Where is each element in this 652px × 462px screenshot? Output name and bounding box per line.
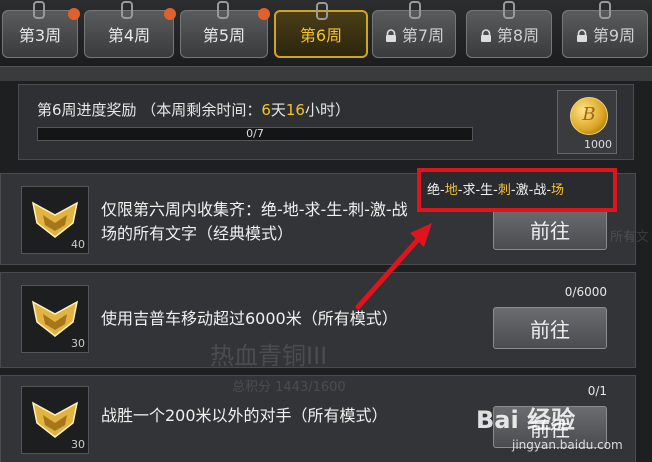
tab-divider xyxy=(0,66,652,81)
rank-emblem: 30 xyxy=(21,285,89,353)
tab-week-5[interactable]: 第5周 xyxy=(180,1,270,58)
task-points: 30 xyxy=(71,438,85,451)
background-score: 总积分 1443/1600 xyxy=(232,380,346,395)
tab-label: 第7周 xyxy=(401,26,445,45)
tab-label: 第5周 xyxy=(202,26,246,45)
tab-week-9[interactable]: 第9周 xyxy=(562,1,648,58)
hours-unit: 小时） xyxy=(304,101,350,119)
watermark: Bai 经验 jingyan.baidu.com xyxy=(476,400,652,462)
task-progress-count: 0/6000 xyxy=(564,285,607,299)
background-edge-text: 所有文 xyxy=(610,230,650,245)
callout-char: 激 xyxy=(515,183,529,198)
watermark-url: jingyan.baidu.com xyxy=(512,438,623,452)
binder-ring xyxy=(599,1,611,19)
tab-week-3[interactable]: 第3周 xyxy=(2,1,80,58)
task-progress-count: 0/1 xyxy=(587,384,607,398)
lock-icon xyxy=(479,29,493,42)
binder-ring xyxy=(409,1,421,19)
binder-ring xyxy=(217,1,229,19)
callout-char: 生 xyxy=(480,183,494,198)
tab-label: 第9周 xyxy=(592,26,636,45)
rank-emblem-icon xyxy=(31,300,79,337)
tab-week-4[interactable]: 第4周 xyxy=(84,1,176,58)
tab-label: 第8周 xyxy=(496,26,540,45)
red-arrow-icon xyxy=(355,223,432,310)
reward-count: 1000 xyxy=(584,138,612,151)
tab-week-8[interactable]: 第8周 xyxy=(466,1,552,58)
tab-week-6[interactable]: 第6周 xyxy=(274,2,368,58)
lock-icon xyxy=(575,29,589,42)
coin-icon: B xyxy=(570,97,608,135)
progress-bar: 0/7 xyxy=(37,127,473,141)
task-text-line: 战胜一个200米以外的对手（所有模式） xyxy=(101,406,388,425)
days-remaining: 6 xyxy=(261,101,271,119)
highlight-callout: 绝-地-求-生-刺-激-战-场 xyxy=(417,168,617,212)
binder-ring xyxy=(503,1,515,19)
watermark-brand: Bai 经验 xyxy=(476,406,576,434)
callout-char: 战 xyxy=(533,183,547,198)
go-button[interactable]: 前往 xyxy=(493,307,607,349)
task-points: 40 xyxy=(71,238,85,251)
callout-char: 刺 xyxy=(497,183,511,198)
callout-char: 绝 xyxy=(427,183,441,198)
notification-badge xyxy=(258,8,270,20)
tab-label: 第6周 xyxy=(299,26,343,45)
binder-ring xyxy=(121,1,133,19)
rank-emblem: 40 xyxy=(21,186,89,254)
hours-remaining: 16 xyxy=(285,101,305,119)
rank-emblem: 30 xyxy=(21,386,89,454)
callout-char: 场 xyxy=(551,183,565,198)
rank-emblem-icon xyxy=(31,201,79,238)
days-unit: 天 xyxy=(270,101,286,119)
tab-label: 第3周 xyxy=(18,26,62,45)
callout-char: 求 xyxy=(462,183,476,198)
go-button[interactable]: 前往 xyxy=(493,208,607,250)
progress-title-text: 第6周进度奖励 （本周剩余时间： xyxy=(37,101,262,119)
binder-ring xyxy=(316,2,328,20)
tab-label: 第4周 xyxy=(107,26,151,45)
progress-title: 第6周进度奖励 （本周剩余时间：6天16小时） xyxy=(37,99,350,120)
tab-week-7[interactable]: 第7周 xyxy=(372,1,456,58)
notification-badge xyxy=(164,8,176,20)
task-points: 30 xyxy=(71,337,85,350)
binder-ring xyxy=(33,1,45,19)
callout-text: 绝-地-求-生-刺-激-战-场 xyxy=(427,179,564,198)
callout-char: 地 xyxy=(444,183,458,198)
weekly-progress-panel: 第6周进度奖励 （本周剩余时间：6天16小时） 0/7 B 1000 xyxy=(18,84,634,160)
notification-badge xyxy=(68,8,80,20)
task-description: 战胜一个200米以外的对手（所有模式） xyxy=(101,404,388,428)
reward-chest[interactable]: B 1000 xyxy=(557,90,617,154)
lock-icon xyxy=(384,29,398,42)
background-rank-title: 热血青铜III xyxy=(210,342,328,370)
rank-emblem-icon xyxy=(31,401,79,438)
progress-bar-text: 0/7 xyxy=(246,127,264,140)
week-tab-bar: 第3周 第4周 第5周 第6周 第7周 第8周 第9周 xyxy=(0,0,652,66)
